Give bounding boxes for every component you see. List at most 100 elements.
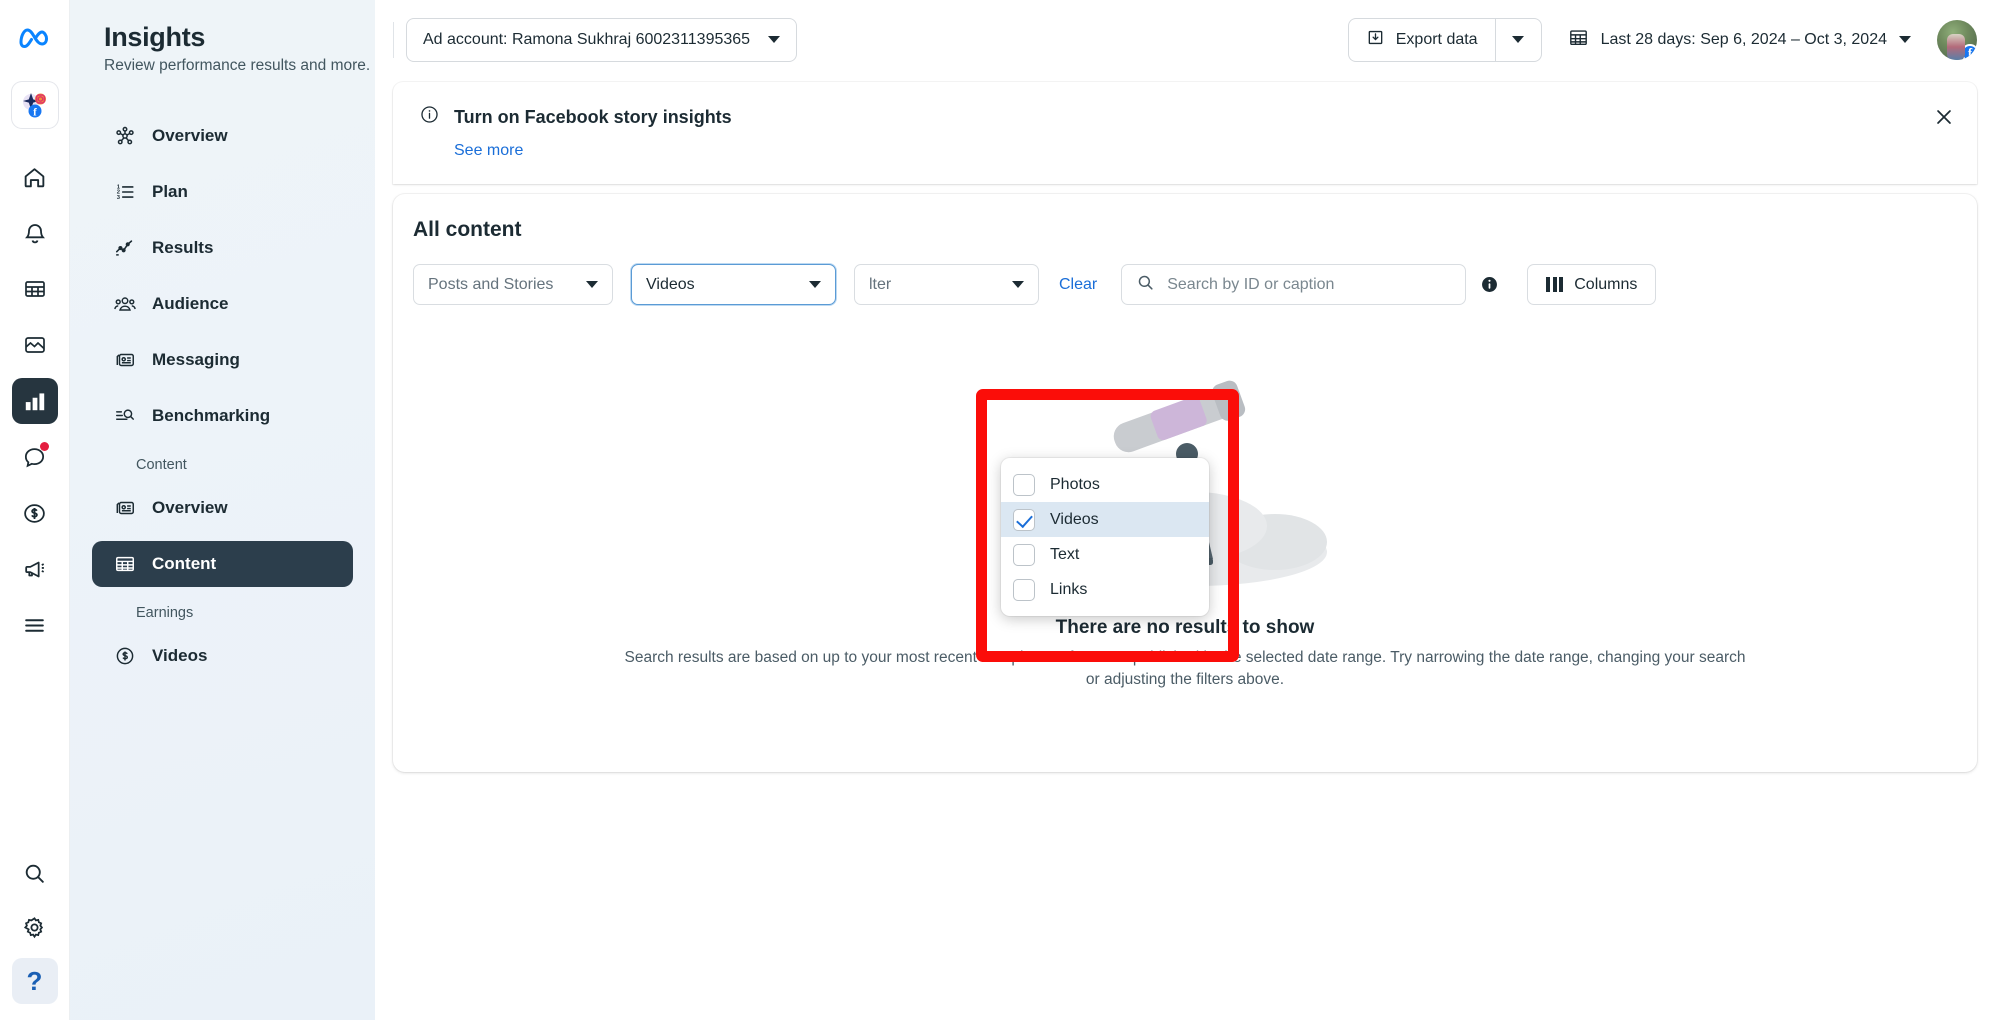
chevron-down-icon [768, 36, 781, 43]
chevron-down-icon [1012, 281, 1024, 288]
sidebar-item-content[interactable]: Content [92, 541, 353, 587]
sidebar-item-plan[interactable]: 123 Plan [92, 169, 353, 215]
dropdown-option-label: Photos [1050, 475, 1100, 493]
sidebar-item-messaging[interactable]: Messaging [92, 337, 353, 383]
sidebar-section-earnings: Earnings [136, 605, 194, 621]
posts-and-stories-label: Posts and Stories [428, 275, 554, 293]
topbar-divider [393, 21, 394, 58]
dropdown-option-text[interactable]: Text [1001, 537, 1209, 572]
line-chart-icon [114, 237, 136, 259]
svg-text:f: f [33, 106, 37, 118]
sidebar-item-benchmarking[interactable]: Benchmarking [92, 393, 353, 439]
dropdown-option-videos[interactable]: Videos [1001, 502, 1209, 537]
icon-rail: f ? [0, 0, 70, 1020]
chevron-down-icon [1899, 36, 1911, 43]
media-icon[interactable] [12, 322, 58, 368]
sidebar-nav: Overview 123 Plan Results Audience Messa… [70, 113, 375, 679]
cards-icon [114, 349, 136, 371]
dropdown-option-photos[interactable]: Photos [1001, 467, 1209, 502]
ad-account-selector[interactable]: Ad account: Ramona Sukhraj 6002311395365 [406, 17, 798, 62]
sidebar-section-content: Content [136, 457, 187, 473]
dropdown-option-links[interactable]: Links [1001, 572, 1209, 607]
ads-megaphone-icon[interactable] [12, 546, 58, 592]
empty-state-title: There are no results to show [1055, 617, 1315, 638]
dropdown-option-label: Videos [1050, 510, 1099, 528]
card-title: All content [413, 218, 522, 241]
calendar-icon [1568, 27, 1589, 53]
svg-text:3: 3 [117, 195, 121, 201]
dollar-circle-icon [114, 645, 136, 667]
cards-icon [114, 497, 136, 519]
sidebar-item-label: Overview [152, 498, 228, 517]
search-input[interactable] [1167, 275, 1452, 294]
columns-icon [1546, 277, 1564, 292]
export-group: Export data [1347, 17, 1542, 62]
export-data-label: Export data [1395, 30, 1478, 48]
date-range-selector[interactable]: Last 28 days: Sep 6, 2024 – Oct 3, 2024 [1568, 27, 1911, 53]
info-circle-icon [419, 104, 440, 130]
notifications-bell-icon[interactable] [12, 210, 58, 256]
insights-bar-chart-icon[interactable] [11, 378, 58, 424]
table-icon[interactable] [12, 266, 58, 312]
columns-button[interactable]: Columns [1527, 264, 1657, 305]
sidebar-item-content-overview[interactable]: Overview [92, 485, 353, 531]
main-area: Ad account: Ramona Sukhraj 6002311395365… [375, 0, 1999, 1020]
media-type-select[interactable]: Videos [631, 264, 836, 305]
help-glyph: ? [26, 965, 43, 996]
numbered-list-icon: 123 [114, 181, 136, 203]
search-box[interactable] [1121, 264, 1467, 305]
story-insights-banner: Turn on Facebook story insights See more [393, 82, 1977, 184]
sidebar-item-label: Audience [152, 294, 229, 313]
checkbox-checked-icon[interactable] [1013, 508, 1035, 531]
search-info-icon[interactable] [1480, 275, 1499, 294]
filter-bar: Posts and Stories Videos lter Clear Sear… [393, 242, 1977, 305]
media-type-dropdown-menu: Photos Videos Text Links [1001, 458, 1209, 616]
see-more-link[interactable]: See more [454, 142, 1951, 160]
banner-title: Turn on Facebook story insights [454, 106, 732, 127]
checkbox-icon[interactable] [1013, 473, 1035, 496]
banner-header: Turn on Facebook story insights [419, 104, 1951, 130]
search-icon[interactable] [12, 850, 58, 896]
dropdown-option-label: Links [1050, 580, 1088, 598]
empty-state-description: Search results are based on up to your m… [624, 649, 1746, 689]
insights-page: f ? Insights Review performance results … [0, 0, 1999, 1020]
checkbox-icon[interactable] [1013, 578, 1035, 601]
chevron-down-icon [1512, 36, 1525, 43]
sidebar-item-earnings-videos[interactable]: Videos [92, 633, 353, 679]
messages-icon[interactable] [12, 434, 58, 480]
checkbox-icon[interactable] [1013, 543, 1035, 566]
sidebar-item-overview[interactable]: Overview [92, 113, 353, 159]
settings-gear-icon[interactable] [12, 904, 58, 950]
download-icon [1366, 28, 1385, 52]
chevron-down-icon [586, 281, 598, 288]
network-overview-icon [114, 125, 136, 147]
more-menu-icon[interactable] [12, 602, 58, 648]
additional-filter-label: lter [869, 275, 892, 293]
sidebar-item-label: Benchmarking [152, 406, 271, 425]
export-dropdown-button[interactable] [1494, 17, 1542, 62]
all-content-card: All content Posts and Stories Videos lte… [393, 194, 1977, 772]
monetization-icon[interactable] [12, 490, 58, 536]
grid-table-icon [114, 553, 136, 575]
ad-account-label: Ad account: Ramona Sukhraj 6002311395365 [423, 30, 751, 48]
topbar: Ad account: Ramona Sukhraj 6002311395365… [375, 0, 1999, 79]
dropdown-option-label: Text [1050, 545, 1080, 563]
media-type-label: Videos [646, 275, 695, 293]
additional-filter-select[interactable]: lter [854, 264, 1039, 305]
sidebar-item-audience[interactable]: Audience [92, 281, 353, 327]
sidebar-item-results[interactable]: Results [92, 225, 353, 271]
columns-label: Columns [1574, 275, 1638, 293]
help-icon[interactable]: ? [11, 958, 58, 1004]
meta-logo-icon[interactable] [12, 14, 58, 60]
export-data-button[interactable]: Export data [1347, 17, 1495, 62]
sidebar-item-label: Messaging [152, 350, 240, 369]
ai-suite-icon[interactable]: f [11, 82, 58, 128]
clear-filters-link[interactable]: Clear [1059, 276, 1097, 294]
posts-and-stories-select[interactable]: Posts and Stories [413, 264, 613, 305]
sidebar-item-label: Plan [152, 182, 188, 201]
sidebar-item-label: Results [152, 238, 214, 257]
close-icon[interactable] [1933, 106, 1955, 128]
avatar[interactable]: f [1937, 19, 1977, 60]
people-icon [114, 293, 136, 315]
home-icon[interactable] [12, 154, 58, 200]
